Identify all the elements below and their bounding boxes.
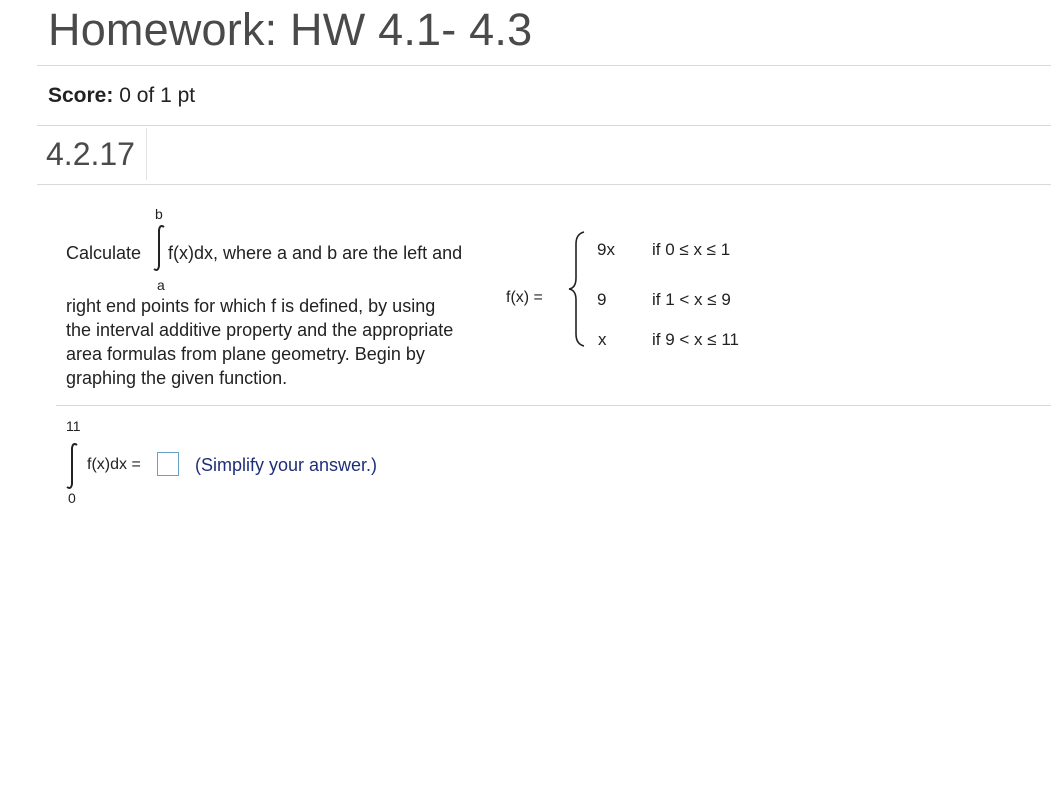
question-number-separator	[146, 128, 147, 180]
question-number: 4.2.17	[46, 136, 135, 172]
left-brace-icon	[568, 231, 585, 347]
integral-sign	[66, 443, 78, 489]
upper-limit-b: b	[155, 206, 163, 222]
piece-cond: if 1 < x ≤ 9	[652, 290, 731, 309]
lower-limit-a: a	[157, 277, 165, 293]
upper-limit: 11	[66, 418, 81, 434]
score-value: 0 of 1 pt	[119, 84, 196, 107]
prompt-line: graphing the given function.	[66, 368, 288, 388]
piece-cond: if 0 ≤ x ≤ 1	[652, 240, 731, 259]
answer-integrand: f(x)dx =	[87, 456, 141, 473]
divider	[37, 125, 1051, 126]
function-lhs: f(x) =	[506, 289, 543, 306]
page-title: Homework: HW 4.1- 4.3	[48, 4, 533, 55]
integral-sign	[153, 225, 165, 271]
piece-expr: x	[598, 330, 607, 349]
lower-limit: 0	[68, 490, 76, 506]
divider	[37, 65, 1051, 66]
piece-expr: 9x	[597, 240, 615, 259]
answer-input[interactable]	[157, 452, 179, 476]
prompt-integrand: f(x)dx, where a and b are the left and	[168, 243, 463, 263]
simplify-hint: (Simplify your answer.)	[195, 455, 378, 475]
divider	[56, 405, 1051, 406]
piece-expr: 9	[597, 290, 607, 309]
prompt-line: right end points for which f is defined,…	[66, 296, 436, 316]
prompt-line: area formulas from plane geometry. Begin…	[66, 344, 425, 364]
prompt-line: the interval additive property and the a…	[66, 320, 454, 340]
prompt-calculate: Calculate	[66, 243, 142, 263]
score: Score: 0 of 1 pt	[48, 84, 195, 108]
score-label: Score:	[48, 84, 114, 107]
piece-cond: if 9 < x ≤ 11	[652, 330, 739, 349]
divider	[37, 184, 1051, 185]
